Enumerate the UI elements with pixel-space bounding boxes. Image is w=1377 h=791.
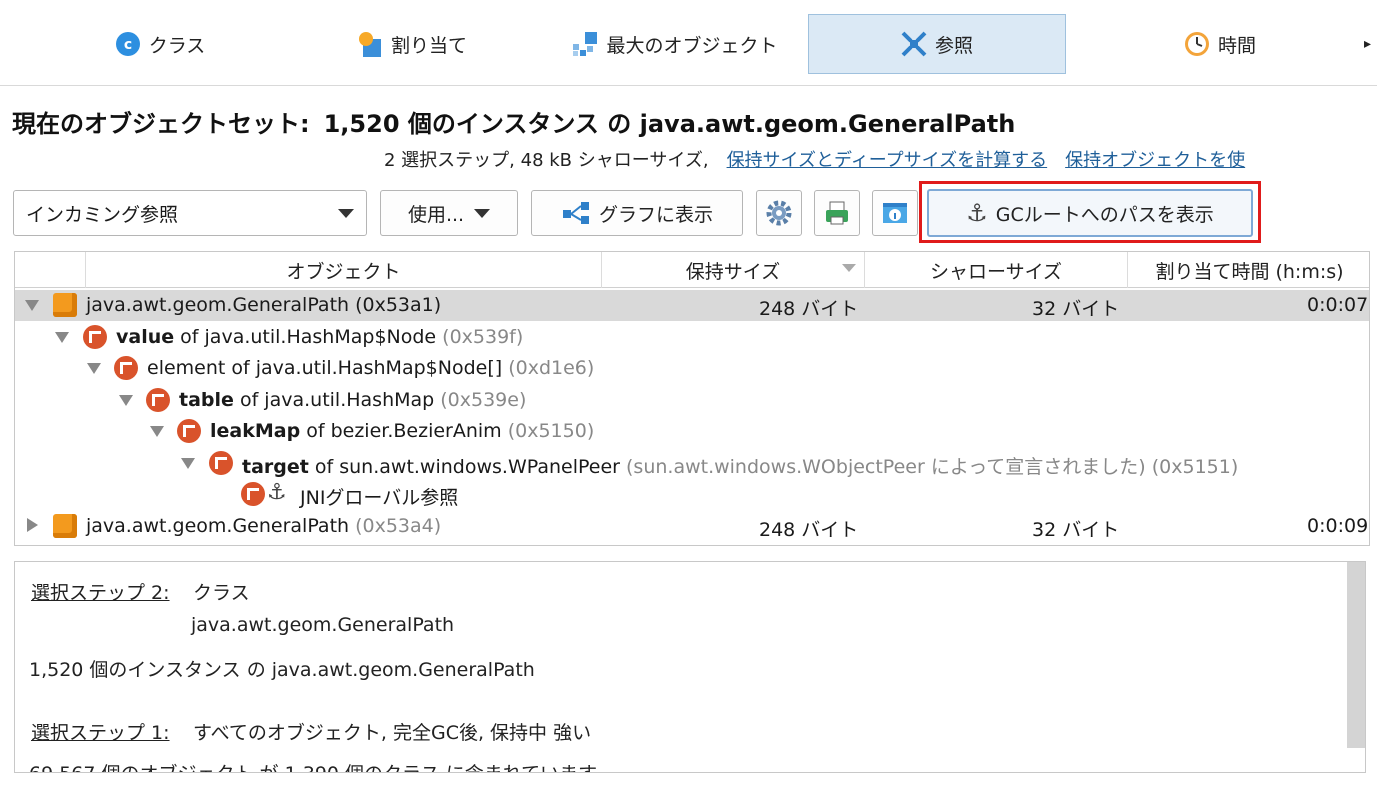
column-header-alloc-time[interactable]: 割り当て時間 (h:m:s) bbox=[1127, 252, 1369, 288]
table-row[interactable]: table of java.util.HashMap (0x539e) bbox=[15, 385, 1369, 416]
table-row[interactable]: java.awt.geom.GeneralPath (0x53a1) 248 バ… bbox=[15, 290, 1369, 321]
row-time: 0:0:09.6 bbox=[1307, 515, 1369, 537]
bottom-edge bbox=[0, 773, 1377, 791]
vertical-scrollbar[interactable] bbox=[1347, 562, 1365, 748]
column-header-shallow[interactable]: シャローサイズ bbox=[864, 252, 1127, 288]
expand-toggle-icon[interactable] bbox=[87, 363, 101, 374]
current-set-value: 1,520 個のインスタンス の java.awt.geom.GeneralPa… bbox=[323, 110, 1016, 138]
expand-toggle-icon[interactable] bbox=[25, 300, 39, 311]
row-object: java.awt.geom.GeneralPath (0x53a1) bbox=[86, 294, 442, 316]
row-object: value of java.util.HashMap$Node (0x539f) bbox=[116, 326, 524, 348]
biggest-objects-icon bbox=[572, 31, 598, 57]
expand-toggle-icon[interactable] bbox=[27, 518, 38, 532]
row-shallow: 32 バイト bbox=[1032, 298, 1120, 320]
tab-label: 割り当て bbox=[390, 34, 467, 57]
reference-icon bbox=[83, 325, 107, 349]
reference-icon bbox=[209, 451, 233, 475]
settings-button[interactable] bbox=[756, 190, 802, 236]
anchor-icon: ⚓ bbox=[966, 199, 988, 227]
selection-step-1-link[interactable]: 選択ステップ 1: bbox=[31, 718, 170, 745]
show-in-graph-button[interactable]: グラフに表示 bbox=[531, 190, 743, 236]
step-2-value: java.awt.geom.GeneralPath bbox=[191, 614, 455, 636]
table-row[interactable]: value of java.util.HashMap$Node (0x539f) bbox=[15, 322, 1369, 353]
reference-icon bbox=[241, 482, 265, 506]
expand-toggle-icon[interactable] bbox=[150, 426, 164, 437]
expand-toggle-icon[interactable] bbox=[119, 395, 133, 406]
class-icon: c bbox=[115, 31, 141, 57]
tab-classes[interactable]: c クラス bbox=[60, 14, 260, 74]
show-path-to-gc-root-button[interactable]: ⚓ GCルートへのパスを表示 bbox=[927, 189, 1253, 237]
chevron-down-icon bbox=[338, 208, 354, 218]
view-tab-bar: c クラス 割り当て 最大のオブジェクト 参照 時間 ▸ bbox=[0, 0, 1377, 86]
page-title: 現在のオブジェクトセット: 1,520 個のインスタンス の java.awt.g… bbox=[12, 104, 1015, 139]
object-set-info: 2 選択ステップ, 48 kB シャローサイズ, 保持サイズとディープサイズを計算… bbox=[384, 146, 1245, 172]
expand-toggle-icon[interactable] bbox=[181, 458, 195, 469]
column-header-retained-label: 保持サイズ bbox=[685, 260, 781, 283]
tab-allocations[interactable]: 割り当て bbox=[312, 14, 512, 74]
sort-desc-icon bbox=[842, 264, 856, 272]
row-shallow: 32 バイト bbox=[1032, 519, 1120, 541]
info-window-icon bbox=[883, 203, 907, 223]
tab-label: クラス bbox=[148, 34, 206, 57]
export-button[interactable] bbox=[814, 190, 860, 236]
reference-tree-table: オブジェクト 保持サイズ シャローサイズ 割り当て時間 (h:m:s) java… bbox=[14, 251, 1370, 546]
step-1-description: すべてのオブジェクト, 完全GC後, 保持中 強い bbox=[193, 722, 592, 744]
reference-icon bbox=[177, 419, 201, 443]
row-object: target of sun.awt.windows.WPanelPeer (su… bbox=[242, 456, 1239, 478]
printer-icon bbox=[826, 201, 848, 225]
column-header-object[interactable]: オブジェクト bbox=[85, 252, 601, 288]
gear-icon bbox=[766, 200, 792, 226]
expand-toggle-icon[interactable] bbox=[55, 332, 69, 343]
step-2-type: クラス bbox=[193, 582, 250, 604]
row-time: 0:0:07.5 bbox=[1307, 294, 1369, 316]
row-retained: 248 バイト bbox=[759, 519, 859, 541]
table-row[interactable]: java.awt.geom.GeneralPath (0x53a4) 248 バ… bbox=[15, 511, 1369, 542]
anchor-icon: ⚓ bbox=[267, 480, 287, 505]
tab-time[interactable]: 時間 bbox=[1120, 14, 1320, 74]
tab-label: 参照 bbox=[934, 34, 973, 57]
reference-icon bbox=[114, 356, 138, 380]
row-object: java.awt.geom.GeneralPath (0x53a4) bbox=[86, 515, 442, 537]
use-retained-link[interactable]: 保持オブジェクトを使 bbox=[1065, 150, 1245, 171]
use-button-label: 使用... bbox=[407, 203, 465, 226]
use-button[interactable]: 使用... bbox=[380, 190, 518, 236]
graph-icon bbox=[562, 202, 589, 224]
allocation-icon bbox=[357, 31, 383, 57]
row-retained: 248 バイト bbox=[759, 298, 859, 320]
selection-step-2-link[interactable]: 選択ステップ 2: bbox=[31, 578, 170, 605]
row-object: element of java.util.HashMap$Node[] (0xd… bbox=[147, 357, 595, 379]
graph-button-label: グラフに表示 bbox=[598, 203, 713, 226]
reference-icon bbox=[146, 388, 170, 412]
tab-references[interactable]: 参照 bbox=[808, 14, 1066, 74]
calculate-retained-link[interactable]: 保持サイズとディープサイズを計算する bbox=[727, 150, 1048, 171]
row-object: leakMap of bezier.BezierAnim (0x5150) bbox=[210, 420, 595, 442]
object-icon bbox=[53, 514, 77, 538]
gc-button-label: GCルートへのパスを表示 bbox=[995, 203, 1214, 226]
clock-icon bbox=[1184, 31, 1210, 57]
tab-scroll-right-icon[interactable]: ▸ bbox=[1364, 36, 1371, 52]
step-1-result: 69,567 個のオブジェクト が 1,390 個のクラス に含まれています bbox=[29, 759, 597, 772]
table-row[interactable]: ⚓ JNIグローバル参照 bbox=[15, 479, 1369, 510]
selection-steps-pane: 選択ステップ 2: クラス java.awt.geom.GeneralPath … bbox=[14, 561, 1366, 773]
row-object: JNIグローバル参照 bbox=[300, 487, 459, 509]
tab-biggest-objects[interactable]: 最大のオブジェクト bbox=[555, 14, 795, 74]
current-set-label: 現在のオブジェクトセット: bbox=[12, 110, 310, 138]
row-object: table of java.util.HashMap (0x539e) bbox=[179, 389, 527, 411]
reference-type-select[interactable]: インカミング参照 bbox=[13, 190, 367, 236]
table-row[interactable]: element of java.util.HashMap$Node[] (0xd… bbox=[15, 353, 1369, 384]
tab-label: 最大のオブジェクト bbox=[606, 34, 778, 57]
tab-label: 時間 bbox=[1217, 34, 1256, 57]
info-text: 2 選択ステップ, 48 kB シャローサイズ, bbox=[384, 150, 709, 171]
reference-type-value: インカミング参照 bbox=[26, 203, 179, 226]
object-icon bbox=[53, 293, 77, 317]
svg-text:c: c bbox=[124, 37, 132, 53]
table-row[interactable]: leakMap of bezier.BezierAnim (0x5150) bbox=[15, 416, 1369, 447]
info-button[interactable] bbox=[872, 190, 918, 236]
table-row[interactable]: target of sun.awt.windows.WPanelPeer (su… bbox=[15, 448, 1369, 479]
references-icon bbox=[901, 31, 927, 57]
table-header: オブジェクト 保持サイズ シャローサイズ 割り当て時間 (h:m:s) bbox=[15, 252, 1369, 288]
column-header-retained[interactable]: 保持サイズ bbox=[601, 252, 864, 288]
step-2-result: 1,520 個のインスタンス の java.awt.geom.GeneralPa… bbox=[29, 659, 535, 681]
chevron-down-icon bbox=[474, 208, 491, 218]
